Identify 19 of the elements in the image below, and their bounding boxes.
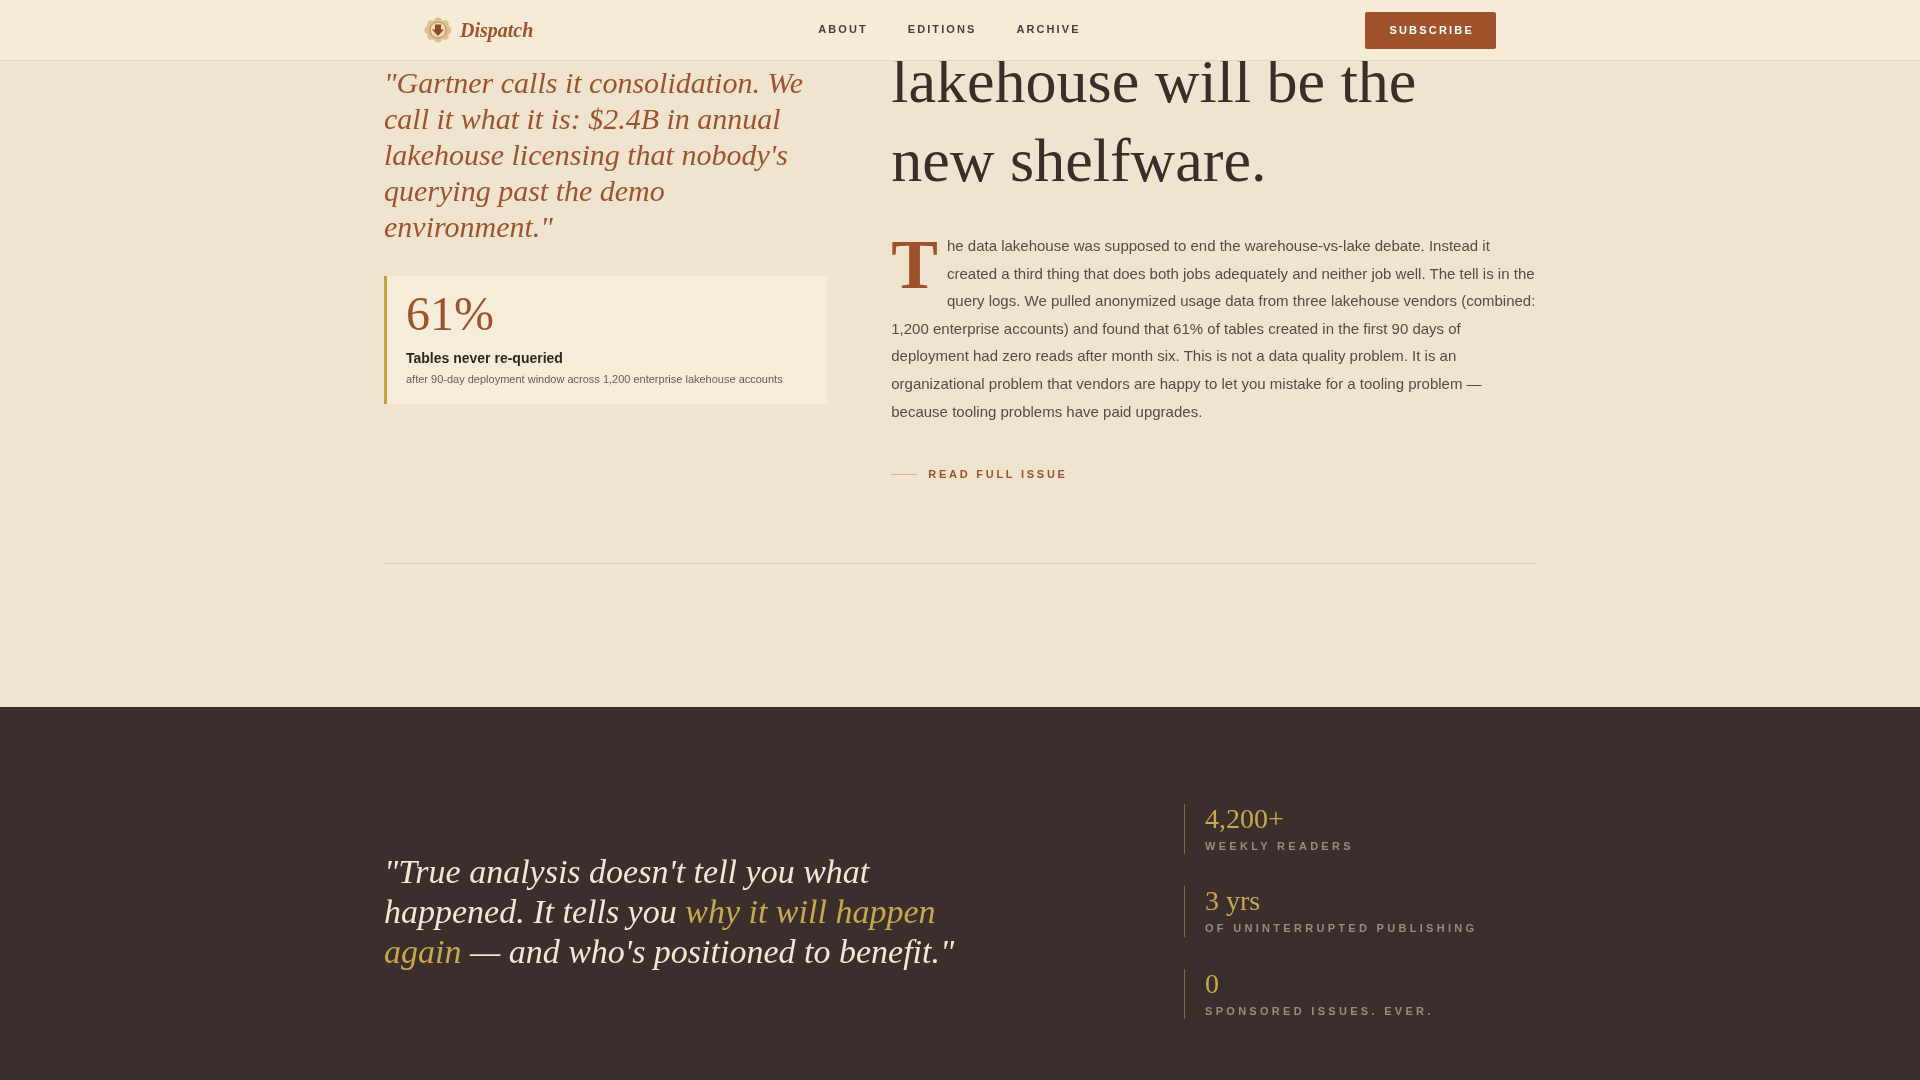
stat-caption: SPONSORED ISSUES. EVER.: [1205, 1003, 1435, 1019]
subscribe-button[interactable]: SUBSCRIBE: [1365, 11, 1496, 49]
stat-number: 0: [1205, 968, 1220, 1000]
headline: lakehouse will be the new shelfware.: [891, 46, 1418, 196]
nav-link[interactable]: ABOUT: [818, 22, 868, 38]
rosette-icon: [424, 17, 452, 43]
stat-value: 61%: [406, 288, 495, 341]
manifesto-quote: "True analysis doesn't tell you what happened. It tells you why it will happen again — and who's positioned to benefit.": [384, 851, 956, 972]
stat-note: after 90-day deployment window across 1,200 enterprise lakehouse accounts: [406, 371, 784, 387]
stat-caption: WEEKLY READERS: [1205, 838, 1355, 854]
stat-number: 4,200+: [1205, 804, 1285, 835]
stat-label: Tables never re-queried: [406, 348, 564, 368]
stat-number: 3 yrs: [1205, 886, 1262, 918]
pull-quote: "Gartner calls it consolidation. We call it what it is: $2.4B in annual lakehouse licensing that nobody's querying past the demo environment.": [384, 65, 804, 245]
read-more-link[interactable]: READ FULL ISSUE: [891, 466, 1068, 483]
stat-caption: OF UNINTERRUPTED PUBLISHING: [1205, 921, 1479, 937]
nav-link[interactable]: ARCHIVE: [1016, 22, 1081, 38]
nav-link[interactable]: EDITIONS: [907, 22, 977, 38]
brand-link[interactable]: Dispatch: [424, 17, 534, 43]
